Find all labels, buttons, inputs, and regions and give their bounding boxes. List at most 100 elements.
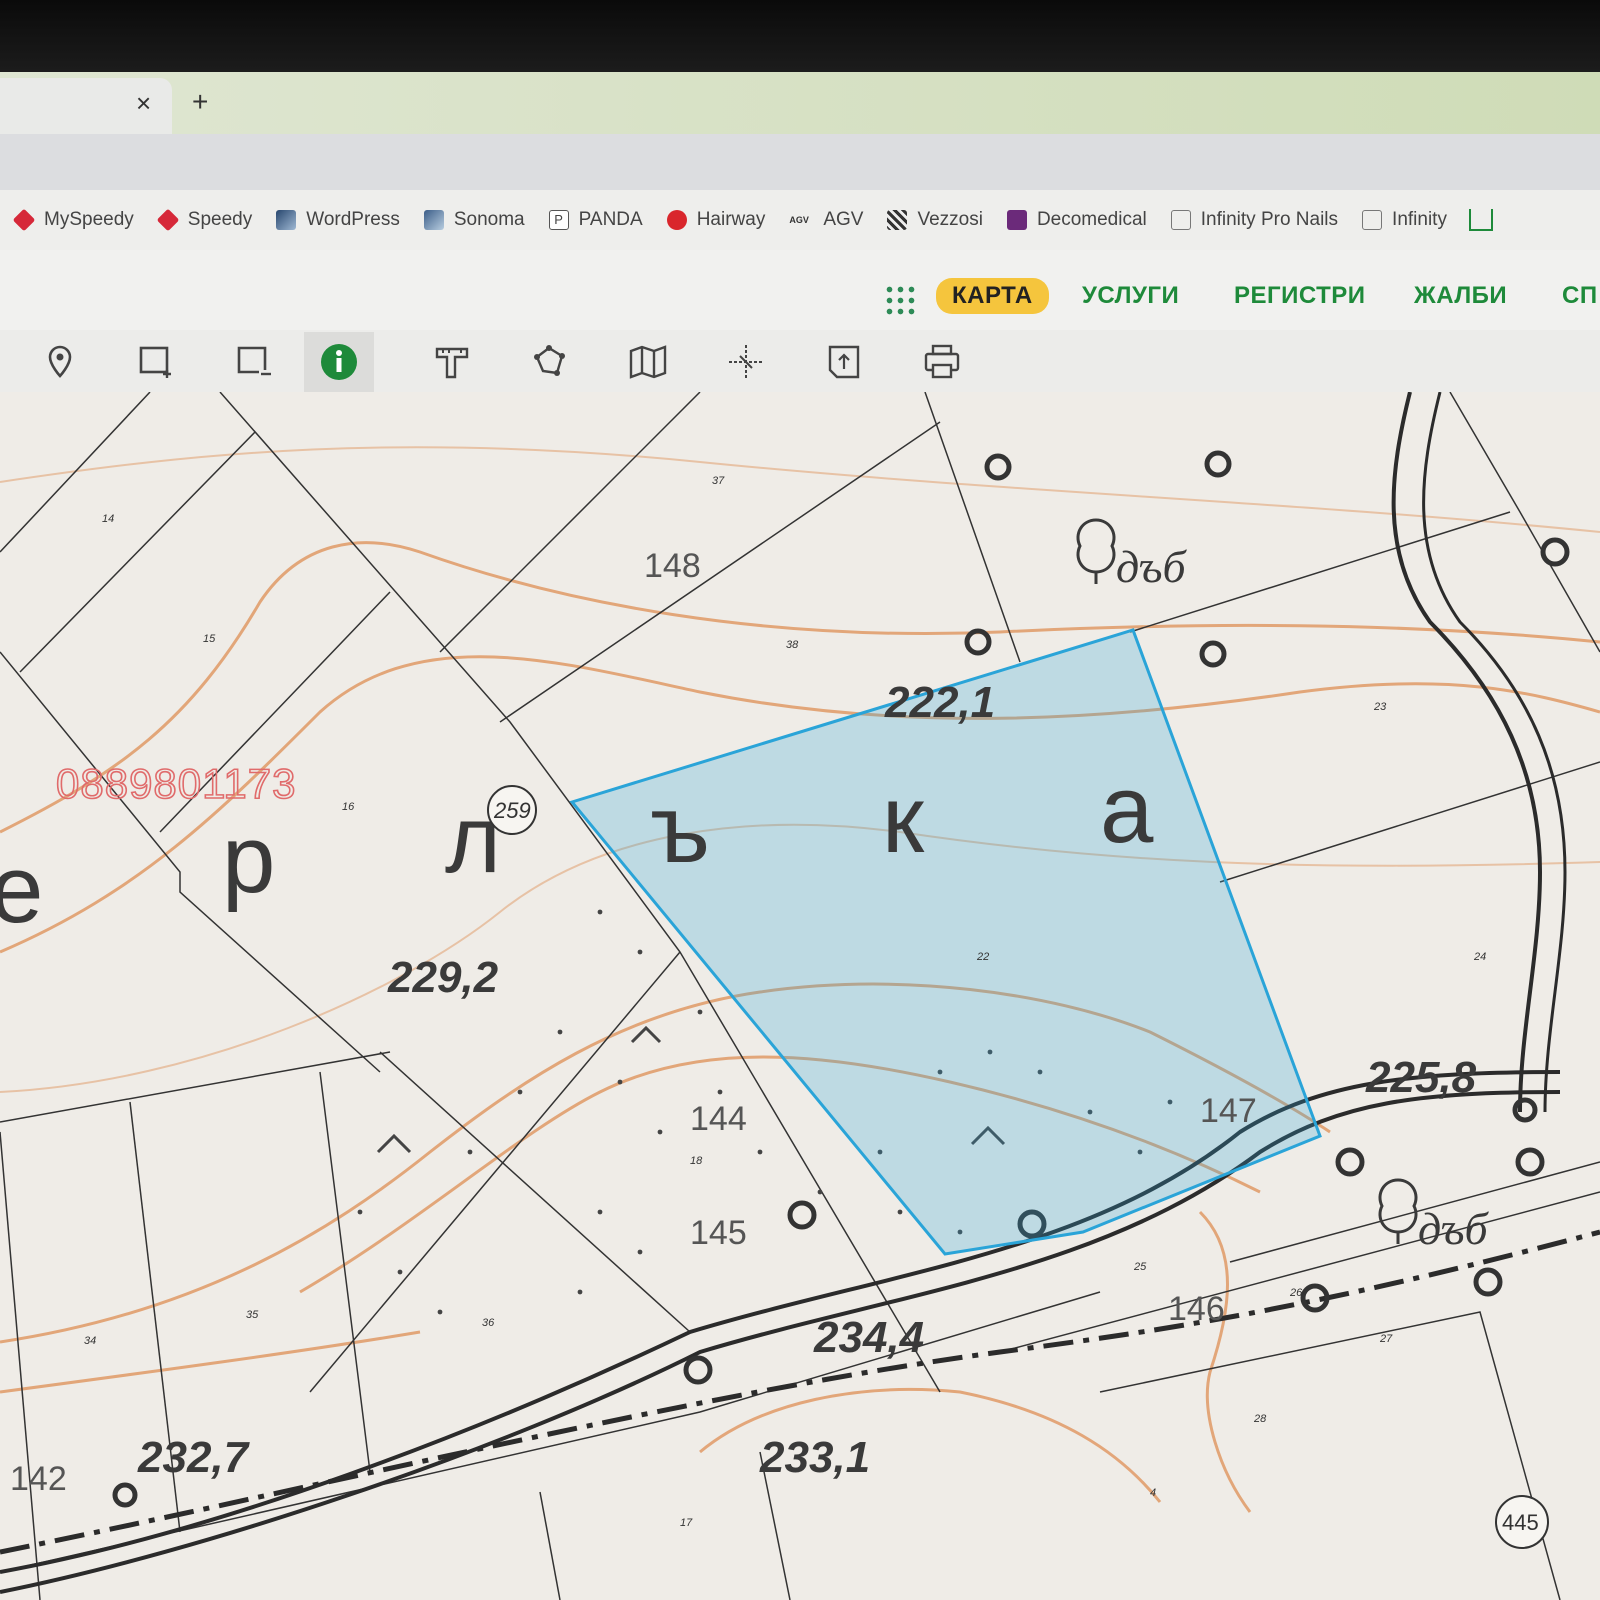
parcel-id: 28 bbox=[1253, 1413, 1267, 1425]
parcel-id: 38 bbox=[786, 639, 799, 651]
bookmark-sonoma[interactable]: Sonoma bbox=[423, 209, 525, 231]
parcel-number: 146 bbox=[1168, 1290, 1225, 1328]
bookmark-panda[interactable]: P PANDA bbox=[548, 209, 643, 231]
parcel-id: 25 bbox=[1133, 1261, 1147, 1273]
remove-rectangle-icon[interactable] bbox=[232, 340, 276, 384]
vezzosi-logo-icon bbox=[887, 210, 908, 230]
phone-watermark: 0889801173 bbox=[55, 759, 297, 808]
parcel-boundary bbox=[309, 951, 681, 1393]
location-pin-icon[interactable] bbox=[38, 340, 82, 384]
terrain-dot bbox=[517, 1089, 523, 1095]
parcel-boundary bbox=[539, 1491, 561, 1600]
tree-glyph-icon bbox=[1378, 1178, 1418, 1244]
parcel-id: 23 bbox=[1373, 701, 1387, 713]
elevation-label: 222,1 bbox=[884, 678, 995, 727]
bookmark-decomedical[interactable]: Decomedical bbox=[1006, 209, 1147, 231]
parcel-id: 18 bbox=[690, 1155, 703, 1167]
parcel-boundary bbox=[924, 392, 1021, 663]
cadastral-map[interactable]: e р л ъ к а 222,1 229,2 225,8 234,4 232,… bbox=[0, 392, 1600, 1600]
parcel-id: 36 bbox=[482, 1317, 495, 1329]
terrain-dot bbox=[577, 1289, 583, 1295]
nav-more[interactable]: СП bbox=[1562, 282, 1598, 310]
contour-line bbox=[0, 446, 1600, 533]
bookmark-wordpress[interactable]: WordPress bbox=[276, 209, 400, 231]
close-tab-icon[interactable]: × bbox=[136, 88, 151, 119]
terrain-dot bbox=[717, 1089, 723, 1095]
parcel-boundary bbox=[19, 431, 256, 673]
parcel-boundary bbox=[1099, 1311, 1561, 1600]
terrain-dot bbox=[397, 1269, 403, 1275]
bookmark-infinity-pro-nails[interactable]: Infinity Pro Nails bbox=[1170, 209, 1338, 231]
terrain-dot bbox=[467, 1149, 473, 1155]
elevation-label: 234,4 bbox=[813, 1313, 924, 1362]
parcel-boundary bbox=[319, 1071, 371, 1473]
terrain-dot bbox=[697, 1009, 703, 1015]
measure-icon[interactable] bbox=[430, 340, 474, 384]
terrain-dot bbox=[597, 1209, 603, 1215]
terrain-dot bbox=[557, 1029, 563, 1035]
page-icon bbox=[1362, 210, 1383, 230]
locality-letter: к bbox=[882, 766, 925, 873]
bookmark-vezzosi[interactable]: Vezzosi bbox=[887, 209, 983, 231]
page-icon bbox=[1170, 210, 1191, 230]
nav-map[interactable]: КАРТА bbox=[936, 278, 1049, 314]
coordinates-icon[interactable] bbox=[724, 340, 768, 384]
parcel-number: 144 bbox=[690, 1100, 747, 1138]
bookmark-hairway[interactable]: Hairway bbox=[666, 209, 765, 231]
parcel-number: 145 bbox=[690, 1214, 747, 1252]
home-icon[interactable] bbox=[1468, 209, 1493, 231]
nav-services[interactable]: УСЛУГИ bbox=[1082, 282, 1179, 310]
parcel-number: 148 bbox=[644, 547, 701, 585]
parcel-boundary bbox=[0, 1131, 41, 1600]
address-bar[interactable] bbox=[0, 134, 1600, 190]
locality-letter: р bbox=[222, 806, 275, 913]
tree-circle bbox=[683, 1355, 713, 1385]
map-layers-icon[interactable] bbox=[626, 340, 670, 384]
bookmark-label: Decomedical bbox=[1036, 209, 1147, 230]
elevation-label: 225,8 bbox=[1365, 1053, 1477, 1102]
bookmark-speedy[interactable]: Speedy bbox=[156, 208, 253, 232]
speedy-cube-icon bbox=[156, 208, 180, 232]
site-thumbnail-icon bbox=[423, 210, 444, 230]
add-rectangle-icon[interactable] bbox=[134, 340, 178, 384]
tree-circle bbox=[1540, 537, 1570, 567]
print-icon[interactable] bbox=[920, 340, 964, 384]
locality-letter: ъ bbox=[650, 776, 710, 883]
bookmark-myspeedy[interactable]: MySpeedy bbox=[12, 208, 134, 232]
tree-circle bbox=[1204, 450, 1232, 478]
info-icon[interactable] bbox=[304, 332, 374, 392]
stream-line bbox=[0, 1229, 1600, 1555]
parcel-boundary bbox=[1449, 392, 1600, 653]
terrain-dot bbox=[597, 909, 603, 915]
bookmark-label: Speedy bbox=[187, 209, 253, 230]
bookmark-agv[interactable]: AGV AGV bbox=[789, 209, 863, 231]
bookmark-label: PANDA bbox=[578, 209, 643, 230]
circled-label: 259 bbox=[493, 798, 531, 823]
parcel-id: 27 bbox=[1379, 1333, 1393, 1345]
terrain-dot bbox=[897, 1209, 903, 1215]
circled-label: 445 bbox=[1502, 1510, 1539, 1535]
panda-p-icon: P bbox=[548, 210, 569, 230]
parcel-id: 17 bbox=[680, 1517, 693, 1529]
parcel-number: 147 bbox=[1200, 1092, 1257, 1130]
new-tab-button[interactable]: + bbox=[192, 86, 208, 118]
cliff-mark bbox=[376, 1133, 412, 1154]
parcel-boundary bbox=[0, 392, 151, 553]
nav-complaints[interactable]: ЖАЛБИ bbox=[1414, 282, 1507, 310]
terrain-dot bbox=[637, 949, 643, 955]
locality-letter: а bbox=[1100, 756, 1154, 863]
vegetation-label: дъб bbox=[1418, 1203, 1490, 1254]
road-edge bbox=[0, 1070, 1561, 1574]
decomedical-logo-icon bbox=[1006, 210, 1027, 230]
nav-registers[interactable]: РЕГИСТРИ bbox=[1234, 282, 1366, 310]
bookmark-infinity[interactable]: Infinity bbox=[1362, 209, 1447, 231]
tree-circle bbox=[1199, 640, 1227, 668]
apps-grid-icon[interactable] bbox=[884, 284, 918, 318]
polygon-icon[interactable] bbox=[528, 340, 572, 384]
tree-circle bbox=[1335, 1147, 1365, 1177]
export-icon[interactable] bbox=[822, 340, 866, 384]
tree-circle bbox=[984, 453, 1012, 481]
tree-circle bbox=[1512, 1097, 1538, 1123]
map-canvas[interactable]: e р л ъ к а 222,1 229,2 225,8 234,4 232,… bbox=[0, 392, 1600, 1600]
vegetation-label: дъб bbox=[1116, 541, 1188, 592]
